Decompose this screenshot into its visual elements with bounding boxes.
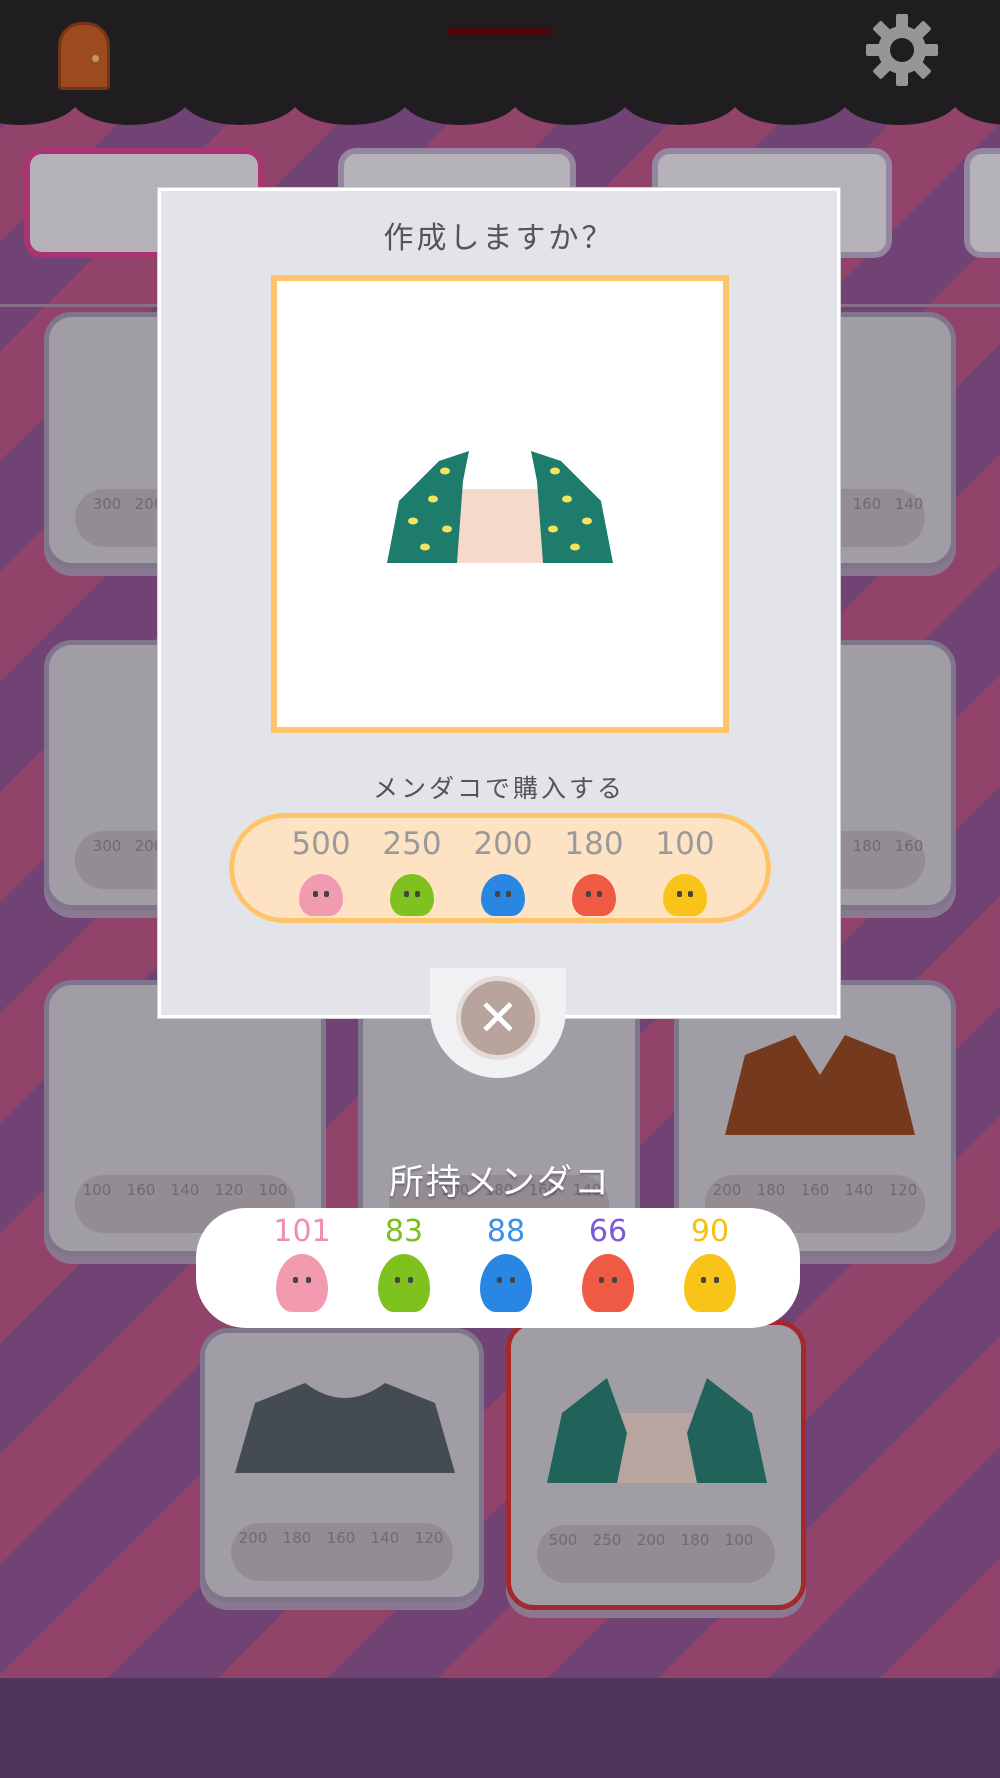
- mendako-icon: [684, 1254, 736, 1312]
- owned-count-pink: 101: [273, 1214, 331, 1249]
- cost-blue: 200: [473, 826, 533, 862]
- owned-count-blue: 88: [486, 1214, 526, 1249]
- buy-label: メンダコで購入する: [372, 774, 625, 803]
- owned-title: 所持メンダコ: [388, 1163, 611, 1203]
- mendako-icon: [299, 874, 343, 916]
- mendako-icon: [276, 1254, 328, 1312]
- mendako-icon: [572, 874, 616, 916]
- create-dialog: 作成しますか？ メンダコで購入する 500 250 200 180 100: [158, 188, 840, 1018]
- close-button[interactable]: ✕: [456, 976, 540, 1060]
- owned-counts: 101 83 88 66 90: [196, 1208, 800, 1328]
- mendako-icon: [663, 874, 707, 916]
- buy-button[interactable]: 500 250 200 180 100: [229, 813, 771, 923]
- mendako-icon: [378, 1254, 430, 1312]
- cost-green: 250: [382, 826, 442, 862]
- cost-yellow: 100: [655, 826, 715, 862]
- close-icon: ✕: [477, 989, 519, 1047]
- owned-count-green: 83: [384, 1214, 424, 1249]
- dialog-title: 作成しますか？: [383, 221, 615, 256]
- owned-count-yellow: 90: [690, 1214, 730, 1249]
- mendako-icon: [582, 1254, 634, 1312]
- item-preview: [271, 275, 729, 733]
- mendako-icon: [390, 874, 434, 916]
- cost-pink: 500: [291, 826, 351, 862]
- mendako-icon: [480, 1254, 532, 1312]
- cost-red: 180: [564, 826, 624, 862]
- shirt-preview: [387, 451, 613, 563]
- mendako-icon: [481, 874, 525, 916]
- owned-count-red: 66: [588, 1214, 628, 1249]
